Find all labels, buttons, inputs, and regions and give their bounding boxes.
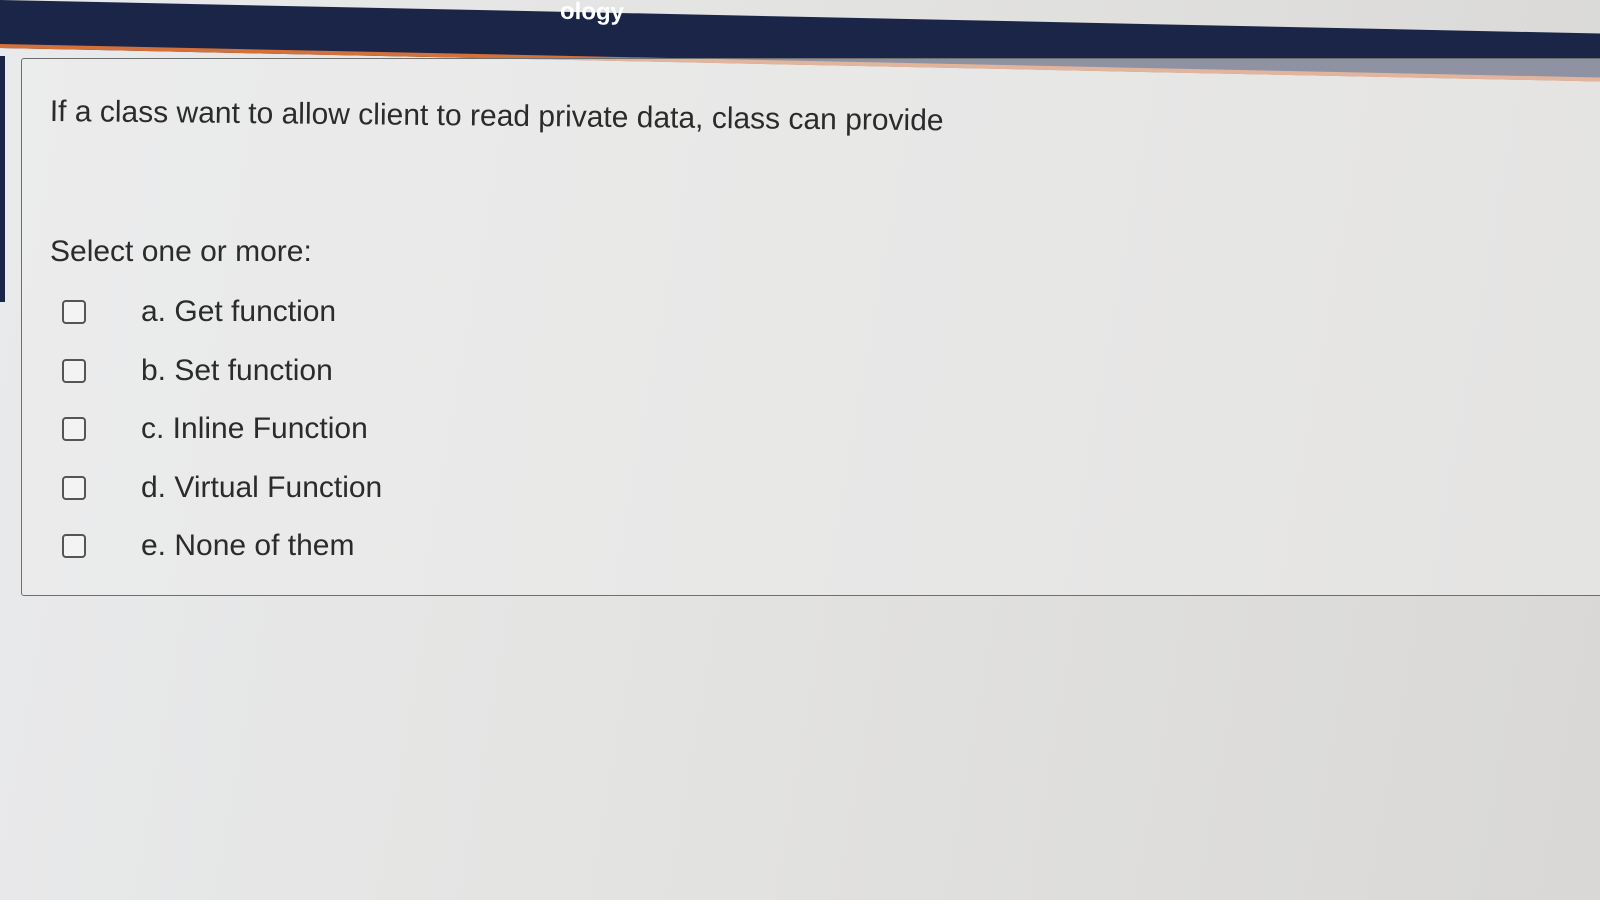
checkbox-a[interactable]: [62, 300, 86, 325]
navigation-edge: [0, 56, 5, 302]
option-e[interactable]: e. None of them: [62, 517, 354, 576]
option-c[interactable]: c. Inline Function: [62, 400, 368, 459]
option-a-label[interactable]: a. Get function: [141, 295, 336, 329]
option-a[interactable]: a. Get function: [62, 283, 336, 342]
checkbox-c[interactable]: [62, 417, 86, 442]
answer-prompt: Select one or more:: [50, 235, 312, 268]
header-title: ology: [560, 0, 624, 27]
option-b[interactable]: b. Set function: [62, 342, 333, 401]
option-b-label[interactable]: b. Set function: [141, 354, 333, 388]
answer-options: a. Get function b. Set function c. Inlin…: [62, 283, 382, 576]
option-d[interactable]: d. Virtual Function: [62, 459, 382, 518]
quiz-page: ology If a class want to allow client to…: [0, 0, 1600, 900]
option-d-label[interactable]: d. Virtual Function: [141, 471, 382, 505]
checkbox-e[interactable]: [62, 534, 86, 559]
option-e-label[interactable]: e. None of them: [141, 529, 354, 563]
checkbox-b[interactable]: [62, 358, 86, 383]
question-text: If a class want to allow client to read …: [49, 95, 944, 138]
question-card: If a class want to allow client to read …: [21, 58, 1600, 596]
checkbox-d[interactable]: [62, 475, 86, 500]
option-c-label[interactable]: c. Inline Function: [141, 412, 368, 446]
